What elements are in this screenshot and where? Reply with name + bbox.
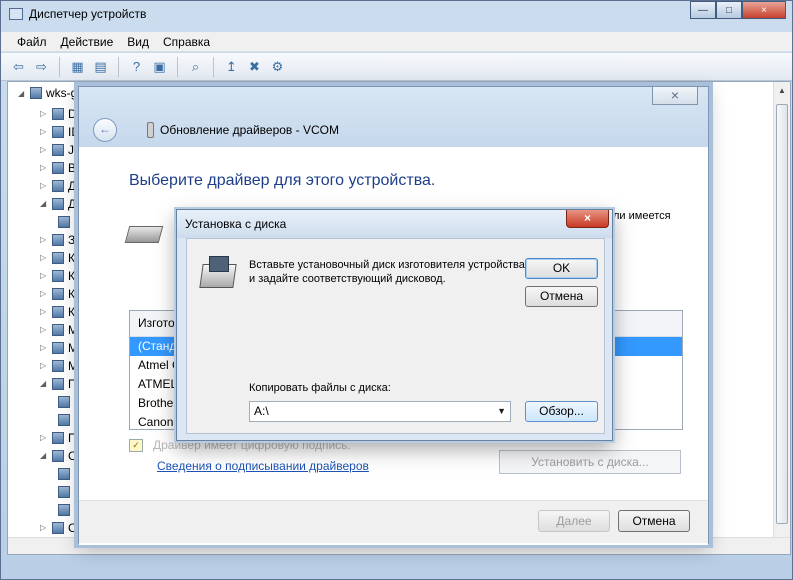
device-icon: [147, 122, 154, 138]
disk-path-value: A:\: [254, 404, 269, 418]
cancel-button[interactable]: Отмена: [618, 510, 690, 532]
dropdown-arrow-icon[interactable]: ▼: [497, 402, 506, 421]
vertical-scrollbar[interactable]: ▲ ▼: [773, 82, 790, 554]
scroll-thumb[interactable]: [776, 104, 788, 524]
disable-device-icon[interactable]: ✖: [245, 57, 264, 76]
copy-files-label: Копировать файлы с диска:: [249, 382, 391, 394]
scan-hardware-icon[interactable]: ⌕: [186, 57, 205, 76]
toolbar-separator: [213, 56, 214, 77]
disk-dialog-titlebar: Установка с диска ×: [177, 210, 612, 238]
toolbar-separator: [118, 56, 119, 77]
cancel-button[interactable]: Отмена: [525, 286, 598, 307]
disk-instructions: Вставьте установочный диск изготовителя …: [249, 259, 525, 285]
install-from-disk-dialog: Установка с диска × Вставьте установочны…: [176, 209, 613, 441]
disk-path-select[interactable]: A:\ ▼: [249, 401, 511, 422]
minimize-icon[interactable]: —: [690, 1, 716, 19]
install-from-disk-button[interactable]: Установить с диска...: [499, 450, 681, 474]
serial-port-icon: [124, 226, 164, 243]
help-icon[interactable]: ?: [127, 57, 146, 76]
back-button[interactable]: ←: [93, 118, 117, 142]
forward-arrow-icon[interactable]: ⇨: [32, 57, 51, 76]
partial-description: ли имеется: [613, 210, 671, 222]
update-footer: Далее Отмена: [79, 500, 708, 543]
certificate-icon: ✓: [129, 438, 143, 452]
computer-icon: [30, 87, 42, 99]
menu-help[interactable]: Справка: [157, 35, 216, 49]
driver-selection-heading: Выберите драйвер для этого устройства.: [129, 172, 436, 189]
main-title: Диспетчер устройств: [9, 7, 146, 21]
next-button[interactable]: Далее: [538, 510, 610, 532]
tree-root[interactable]: ◢ wks-g: [18, 86, 77, 100]
collapse-arrow-icon[interactable]: ◢: [18, 89, 26, 98]
close-icon[interactable]: ×: [566, 210, 609, 228]
floppy-drive-icon: [199, 256, 237, 288]
settings-icon[interactable]: ▣: [150, 57, 169, 76]
ok-button[interactable]: OK: [525, 258, 598, 279]
window-caption-buttons: — □ ×: [690, 1, 786, 19]
update-driver-icon[interactable]: ↥: [222, 57, 241, 76]
floppy-disk-icon: [209, 256, 229, 272]
menu-bar: Файл Действие Вид Справка: [1, 32, 792, 52]
back-arrow-icon[interactable]: ⇦: [9, 57, 28, 76]
close-icon[interactable]: ×: [742, 1, 786, 19]
list-icon[interactable]: ▤: [91, 57, 110, 76]
update-window-title: Обновление драйверов - VCOM: [160, 123, 339, 137]
disk-dialog-content: Вставьте установочный диск изготовителя …: [186, 238, 605, 434]
menu-action[interactable]: Действие: [55, 35, 120, 49]
toolbar-separator: [177, 56, 178, 77]
device-manager-icon: [9, 8, 23, 20]
window-title: Диспетчер устройств: [29, 7, 147, 21]
browse-button[interactable]: Обзор...: [525, 401, 598, 422]
scroll-up-icon[interactable]: ▲: [778, 86, 786, 95]
toolbar: ⇦ ⇨ ▦ ▤ ? ▣ ⌕ ↥ ✖ ⚙: [1, 53, 792, 81]
update-header: × ← Обновление драйверов - VCOM: [79, 87, 708, 147]
driver-signature-link[interactable]: Сведения о подписывании драйверов: [157, 459, 369, 473]
tree-root-label: wks-g: [46, 86, 78, 100]
update-title: Обновление драйверов - VCOM: [147, 122, 339, 138]
toolbar-separator: [59, 56, 60, 77]
close-icon[interactable]: ×: [652, 87, 698, 105]
uninstall-icon[interactable]: ⚙: [268, 57, 287, 76]
properties-icon[interactable]: ▦: [68, 57, 87, 76]
maximize-icon[interactable]: □: [716, 1, 742, 19]
menu-file[interactable]: Файл: [11, 35, 53, 49]
disk-dialog-title: Установка с диска: [185, 217, 287, 231]
menu-view[interactable]: Вид: [121, 35, 155, 49]
